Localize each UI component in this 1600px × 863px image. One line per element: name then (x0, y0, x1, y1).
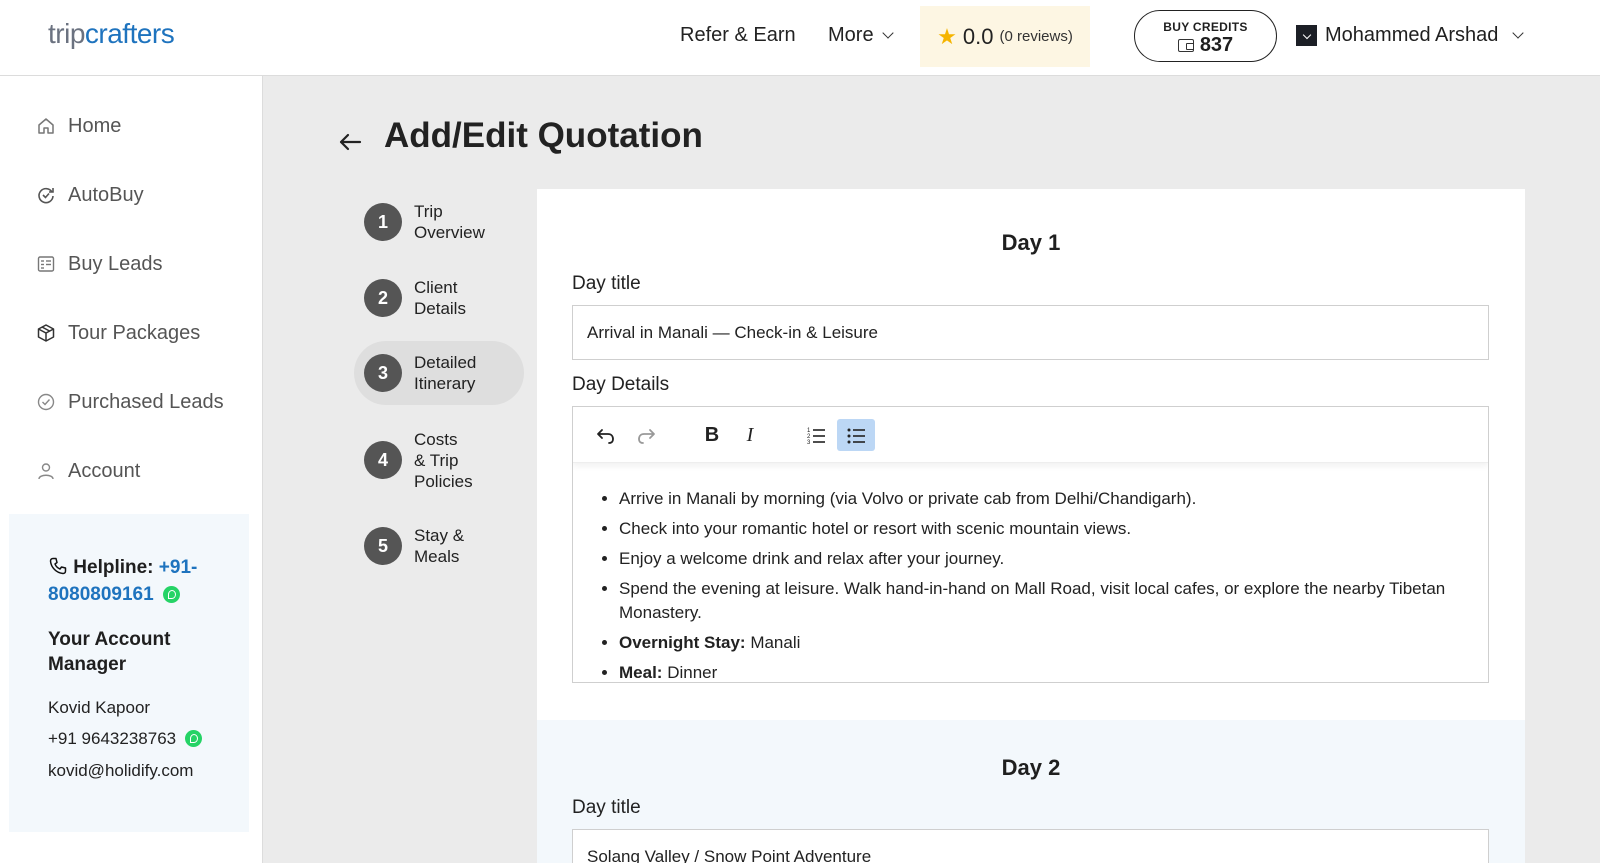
sidebar-item-label: Buy Leads (68, 252, 163, 275)
sidebar-item-tour-packages[interactable]: Tour Packages (36, 318, 200, 348)
helpline-number[interactable]: 8080809161 (48, 584, 154, 605)
buy-credits-button[interactable]: BUY CREDITS 837 (1134, 10, 1277, 62)
sidebar-item-autobuy[interactable]: AutoBuy (36, 180, 144, 210)
helpline-number-prefix[interactable]: +91- (159, 557, 198, 578)
step-number: 2 (364, 279, 402, 317)
home-icon (36, 116, 56, 136)
whatsapp-icon[interactable] (184, 730, 202, 747)
italic-button[interactable]: I (731, 419, 769, 451)
user-name: Mohammed Arshad (1325, 24, 1499, 46)
helpline-panel: Helpline: +91- 8080809161 Your Account M… (9, 514, 249, 832)
bold-button[interactable]: B (693, 419, 731, 451)
day-details-label: Day Details (572, 374, 670, 395)
helpline-label: Helpline: (73, 557, 154, 578)
logo-text-trip: trip (48, 18, 85, 49)
avatar (1296, 25, 1317, 46)
step-label: Stay & Meals (414, 526, 465, 566)
bullet-list-button[interactable] (837, 419, 875, 451)
leads-icon (36, 254, 56, 274)
day-title-label: Day title (572, 273, 641, 294)
step-number: 1 (364, 203, 402, 241)
helpline[interactable]: Helpline: +91- 8080809161 (48, 554, 238, 608)
list-item: Arrive in Manali by morning (via Volvo o… (619, 487, 1451, 517)
back-arrow-icon[interactable] (336, 128, 364, 156)
svg-text:3: 3 (807, 440, 811, 446)
list-item: Check into your romantic hotel or resort… (619, 517, 1451, 547)
sidebar-item-label: Account (68, 459, 141, 482)
step-costs-policies[interactable]: 4 Costs & Trip Policies (354, 428, 524, 492)
day-1-details-editor[interactable]: B I 123 Arrive in Manali by morning (via… (572, 406, 1489, 683)
sidebar-item-home[interactable]: Home (36, 111, 121, 141)
sidebar-item-label: Tour Packages (68, 321, 201, 344)
day-1-heading: Day 1 (1001, 230, 1061, 255)
step-detailed-itinerary[interactable]: 3 Detailed Itinerary (354, 341, 524, 405)
rating-badge[interactable]: ★ 0.0 (0 reviews) (920, 6, 1090, 67)
ordered-list-icon: 123 (807, 428, 825, 446)
sidebar-item-label: AutoBuy (68, 183, 144, 206)
day-2-heading: Day 2 (1001, 755, 1061, 780)
check-circle-icon (36, 392, 56, 412)
manager-name: Kovid Kapoor (48, 698, 151, 717)
manager-phone-row: +91 9643238763 (48, 729, 202, 749)
undo-button[interactable] (587, 419, 625, 451)
logo-text-crafters: crafters (84, 18, 175, 49)
sidebar-item-account[interactable]: Account (36, 456, 140, 486)
step-trip-overview[interactable]: 1 Trip Overview (354, 190, 524, 254)
more-menu[interactable]: More (828, 24, 894, 47)
step-label: Costs & Trip Policies (414, 429, 473, 491)
whatsapp-icon[interactable] (162, 586, 180, 603)
day-2-title-input[interactable]: Solang Valley / Snow Point Adventure (572, 829, 1489, 863)
buy-credits-label: BUY CREDITS (1163, 20, 1248, 34)
logo[interactable]: tripcrafters (48, 18, 175, 50)
user-icon (36, 461, 56, 481)
step-label: Detailed Itinerary (414, 353, 477, 393)
list-item: Meal: Dinner (619, 661, 1451, 682)
redo-button[interactable] (627, 419, 665, 451)
step-label: Client Details (414, 278, 466, 318)
list-item: Enjoy a welcome drink and relax after yo… (619, 547, 1451, 577)
bullet-list: Arrive in Manali by morning (via Volvo o… (591, 487, 1451, 682)
rating-score: 0.0 (962, 23, 994, 49)
sidebar: Home AutoBuy Buy Leads Tour Packages Pur… (0, 76, 263, 863)
refer-earn-link[interactable]: Refer & Earn (680, 24, 796, 47)
sidebar-item-purchased-leads[interactable]: Purchased Leads (36, 387, 224, 417)
ordered-list-button[interactable]: 123 (797, 419, 835, 451)
bullet-list-icon (847, 428, 865, 444)
list-item: Spend the evening at leisure. Walk hand-… (619, 577, 1451, 631)
redo-icon (638, 429, 655, 444)
step-number: 4 (364, 441, 402, 479)
list-item: Overnight Stay: Manali (619, 631, 1451, 661)
editor-toolbar: B I 123 (573, 407, 1488, 463)
manager-email[interactable]: kovid@holidify.com (48, 761, 193, 781)
sidebar-item-label: Home (68, 114, 122, 137)
undo-icon (597, 429, 614, 444)
day-1-title-input[interactable]: Arrival in Manali — Check-in & Leisure (572, 305, 1489, 360)
autobuy-icon (36, 185, 56, 205)
step-label: Trip Overview (414, 202, 485, 242)
wallet-icon (1177, 39, 1194, 52)
user-menu[interactable]: Mohammed Arshad (1296, 24, 1525, 47)
step-number: 5 (364, 527, 402, 565)
page-title: Add/Edit Quotation (384, 116, 703, 155)
star-icon: ★ (937, 23, 957, 49)
rating-reviews: (0 reviews) (999, 28, 1073, 45)
credits-value: 837 (1199, 34, 1234, 56)
sidebar-item-buy-leads[interactable]: Buy Leads (36, 249, 163, 279)
step-client-details[interactable]: 2 Client Details (354, 266, 524, 330)
editor-content[interactable]: Arrive in Manali by morning (via Volvo o… (591, 487, 1451, 682)
step-number: 3 (364, 354, 402, 392)
chevron-down-icon (1512, 26, 1525, 39)
phone-icon (49, 557, 67, 575)
step-stay-meals[interactable]: 5 Stay & Meals (354, 514, 524, 578)
manager-phone: +91 9643238763 (48, 729, 177, 748)
day-title-label: Day title (572, 797, 641, 818)
top-header: tripcrafters Refer & Earn More ★ 0.0 (0 … (0, 0, 1600, 76)
chevron-down-icon (881, 27, 894, 39)
sidebar-item-label: Purchased Leads (68, 390, 224, 413)
more-menu-label: More (828, 24, 874, 46)
package-icon (36, 323, 56, 343)
account-manager-title: Your Account Manager (48, 629, 171, 675)
